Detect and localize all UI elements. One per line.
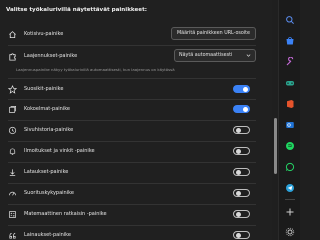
- toggle-knob: [235, 148, 241, 154]
- notifications-toggle[interactable]: [233, 147, 250, 155]
- office-icon[interactable]: [284, 98, 295, 109]
- search-icon[interactable]: [284, 14, 295, 25]
- collections-toggle[interactable]: [233, 105, 250, 113]
- chevron-down-icon: [246, 54, 251, 57]
- downloads-toggle[interactable]: [233, 168, 250, 176]
- tools-icon[interactable]: [284, 56, 295, 67]
- home-icon: [8, 30, 17, 39]
- favorites-toggle[interactable]: [233, 85, 250, 93]
- star-icon: [8, 84, 17, 94]
- outlook-icon[interactable]: [284, 119, 295, 130]
- extensions-button-row: Laajennukset-painike Näytä automaattises…: [8, 49, 256, 63]
- home-button-label: Kotisivu-painike: [24, 31, 64, 37]
- favorites-button-label: Suosikit-painike: [24, 86, 64, 92]
- extensions-description: Laajennuspainike näkyy työkalurivillä au…: [16, 67, 175, 72]
- scrollbar-thumb[interactable]: [274, 118, 277, 174]
- bell-icon: [8, 147, 17, 156]
- divider: [8, 78, 256, 79]
- citations-button-label: Lainaukset-painike: [24, 232, 71, 238]
- shopping-icon[interactable]: [284, 35, 295, 46]
- downloads-button-label: Lataukset-painike: [24, 169, 69, 175]
- scrollbar[interactable]: [274, 0, 277, 240]
- citations-button-row: Lainaukset-painike: [8, 228, 256, 240]
- sidebar-separator: [285, 199, 295, 200]
- downloads-button-row: Lataukset-painike: [8, 165, 256, 179]
- section-heading: Valitse työkalurivillä näytettävät paini…: [6, 7, 147, 13]
- notifications-button-row: Ilmoitukset ja vinkit -painike: [8, 144, 256, 158]
- games-icon[interactable]: [284, 77, 295, 88]
- download-icon: [8, 168, 17, 177]
- set-home-url-button[interactable]: Määritä painikkeen URL-osoite: [171, 27, 256, 40]
- history-button-label: Sivuhistoria-painike: [24, 127, 74, 133]
- whatsapp-icon[interactable]: [284, 161, 295, 172]
- citations-toggle[interactable]: [233, 231, 250, 239]
- customize-icon[interactable]: [284, 226, 295, 237]
- puzzle-icon: [8, 52, 17, 61]
- divider: [8, 225, 256, 226]
- history-button-row: Sivuhistoria-painike: [8, 123, 256, 137]
- toggle-knob: [235, 232, 241, 238]
- divider: [8, 99, 256, 100]
- toggle-knob: [235, 211, 241, 217]
- performance-icon: [8, 189, 17, 198]
- toggle-knob: [243, 86, 248, 92]
- divider: [8, 204, 256, 205]
- add-icon[interactable]: [284, 206, 295, 217]
- math-solver-button-label: Matemaattinen ratkaisin -painike: [24, 211, 107, 217]
- math-solver-toggle[interactable]: [233, 210, 250, 218]
- home-button-row: Kotisivu-painike Määritä painikkeen URL-…: [8, 27, 256, 41]
- divider: [8, 45, 256, 46]
- toggle-knob: [243, 106, 248, 112]
- performance-button-row: Suorituskykypainike: [8, 186, 256, 200]
- history-icon: [8, 126, 17, 135]
- favorites-button-row: Suosikit-painike: [8, 82, 256, 96]
- collections-button-row: Kokoelmat-painike: [8, 102, 256, 116]
- collections-button-label: Kokoelmat-painike: [24, 106, 71, 112]
- math-icon: [8, 210, 17, 219]
- performance-button-label: Suorituskykypainike: [24, 190, 74, 196]
- toggle-knob: [235, 190, 241, 196]
- telegram-icon[interactable]: [284, 182, 295, 193]
- settings-panel: Valitse työkalurivillä näytettävät paini…: [0, 0, 272, 240]
- toggle-knob: [235, 169, 241, 175]
- divider: [8, 141, 256, 142]
- toggle-knob: [235, 127, 241, 133]
- history-toggle[interactable]: [233, 126, 250, 134]
- math-solver-button-row: Matemaattinen ratkaisin -painike: [8, 207, 256, 221]
- quote-icon: [8, 231, 17, 240]
- spotify-icon[interactable]: [284, 140, 295, 151]
- extensions-select-value: Näytä automaattisesti: [179, 53, 233, 58]
- divider: [8, 183, 256, 184]
- extensions-button-label: Laajennukset-painike: [24, 53, 78, 59]
- divider: [8, 162, 256, 163]
- divider: [8, 120, 256, 121]
- edge-sidebar: [278, 0, 300, 240]
- notifications-button-label: Ilmoitukset ja vinkit -painike: [24, 148, 95, 154]
- performance-toggle[interactable]: [233, 189, 250, 197]
- collections-icon: [8, 105, 17, 114]
- extensions-visibility-select[interactable]: Näytä automaattisesti: [174, 49, 256, 62]
